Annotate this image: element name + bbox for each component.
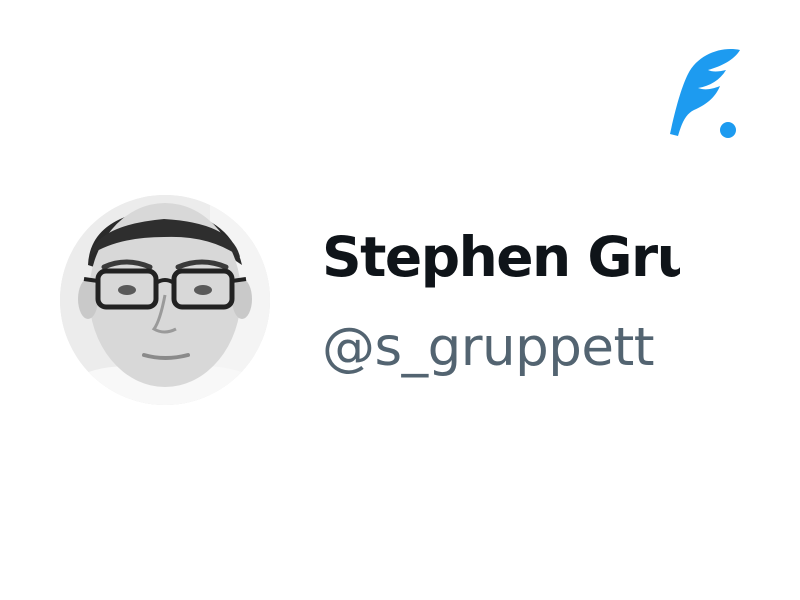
profile-photo (60, 195, 270, 405)
brand-logo (664, 44, 742, 142)
quill-feather-icon (670, 49, 740, 138)
display-name[interactable]: Stephen Gru (322, 214, 680, 300)
profile-name-block: Stephen Gru @s_gruppett (322, 214, 680, 388)
avatar[interactable] (60, 195, 270, 405)
user-handle[interactable]: @s_gruppett (322, 308, 680, 388)
